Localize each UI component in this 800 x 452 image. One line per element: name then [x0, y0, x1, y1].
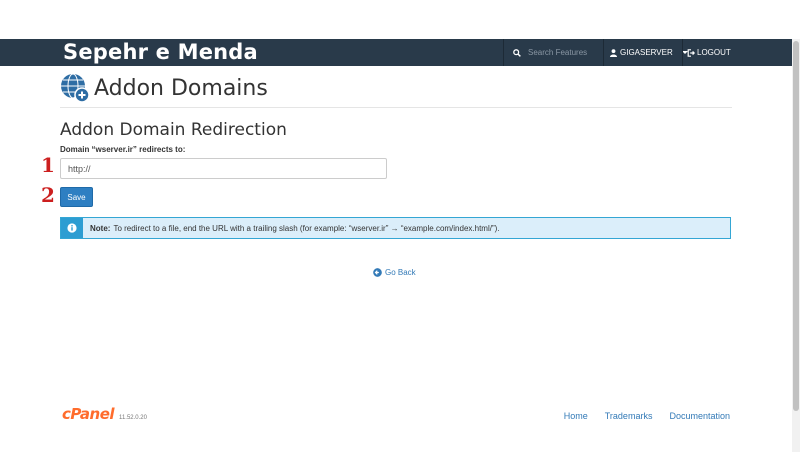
user-menu-label: GIGASERVER	[620, 48, 673, 57]
note-alert: Note: To redirect to a file, end the URL …	[60, 217, 731, 239]
redirect-field-label: Domain “wserver.ir” redirects to:	[60, 145, 186, 154]
page-header: Addon Domains	[60, 72, 268, 104]
search-icon	[513, 48, 521, 57]
page-scrollbar[interactable]	[792, 39, 800, 452]
user-menu[interactable]: GIGASERVER	[610, 39, 688, 66]
header-divider	[60, 107, 732, 108]
go-back-link[interactable]: Go Back	[373, 268, 416, 277]
brand-title: Sepehr e Menda	[63, 40, 258, 64]
note-label: Note:	[90, 223, 111, 233]
arrow-circle-left-icon	[373, 268, 382, 277]
footer-link-trademarks[interactable]: Trademarks	[605, 411, 653, 421]
info-icon	[67, 223, 77, 233]
note-icon-box	[61, 218, 83, 238]
logout-link[interactable]: LOGOUT	[687, 39, 731, 66]
redirect-url-input[interactable]	[60, 158, 387, 179]
save-button[interactable]: Save	[60, 187, 93, 207]
cpanel-logo: cPanel	[62, 405, 115, 423]
note-message: To redirect to a file, end the URL with …	[113, 223, 500, 233]
logout-icon	[687, 48, 695, 57]
go-back-label: Go Back	[385, 268, 416, 277]
navbar-divider	[603, 39, 604, 66]
section-title: Addon Domain Redirection	[60, 120, 287, 140]
scrollbar-thumb[interactable]	[793, 41, 799, 411]
navbar-divider	[682, 39, 683, 66]
search-features[interactable]	[505, 39, 603, 66]
user-icon	[610, 48, 617, 57]
footer-link-home[interactable]: Home	[564, 411, 588, 421]
cpanel-version: 11.52.0.20	[119, 415, 147, 421]
footer-links: Home Trademarks Documentation	[547, 411, 730, 421]
addon-domains-globe-plus-icon	[61, 73, 90, 103]
note-text: Note: To redirect to a file, end the URL …	[90, 224, 500, 233]
logout-label: LOGOUT	[697, 48, 731, 57]
search-features-input[interactable]	[528, 48, 598, 57]
footer-branding: cPanel 11.52.0.20	[62, 405, 147, 423]
top-margin	[0, 0, 800, 39]
annotation-step-2: 2	[41, 183, 55, 207]
page-title: Addon Domains	[94, 75, 268, 101]
footer-link-documentation[interactable]: Documentation	[669, 411, 730, 421]
navbar-divider	[503, 39, 504, 66]
annotation-step-1: 1	[41, 153, 55, 177]
